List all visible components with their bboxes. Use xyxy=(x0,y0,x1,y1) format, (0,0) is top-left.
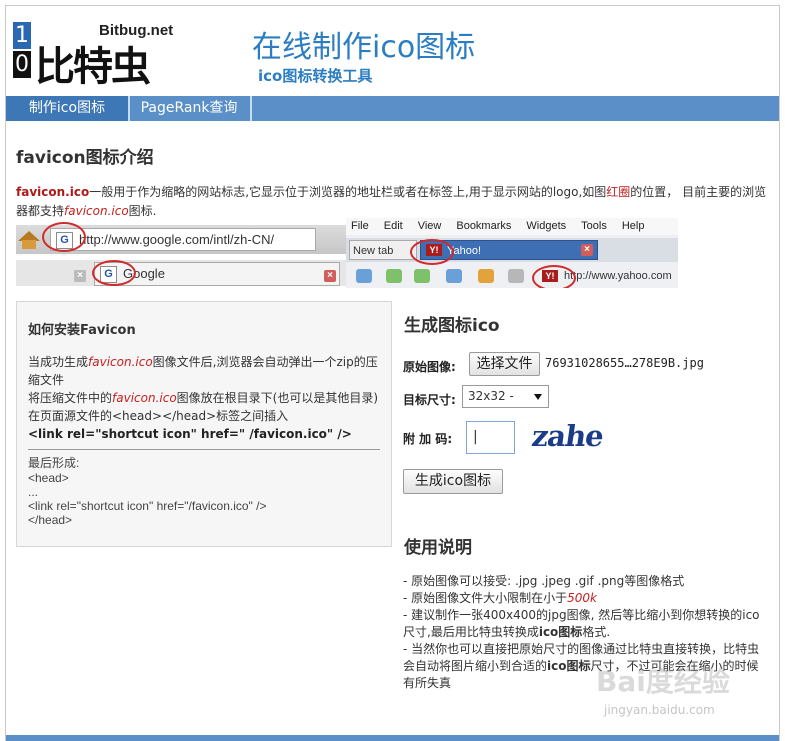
chevron-down-icon xyxy=(534,394,542,400)
logo-name: 比特虫 xyxy=(35,44,151,90)
usage-item: - 原始图像可以接受: .jpg .jpeg .gif .png等图像格式 xyxy=(403,574,685,588)
install-title: 如何安装Favicon xyxy=(28,323,136,338)
usage-heading: 使用说明 xyxy=(404,538,472,558)
logo-digit-top: 1 xyxy=(13,22,31,49)
nav-divider xyxy=(250,96,252,121)
install-result-line: <head> xyxy=(28,471,69,485)
divider xyxy=(28,449,380,450)
captcha-input[interactable]: | xyxy=(466,421,515,454)
back-icon xyxy=(356,269,372,283)
usage-bold: ico图标 xyxy=(538,625,583,639)
nav-item-pagerank[interactable]: PageRank查询 xyxy=(128,96,250,121)
firefox-url-box: Ghttp://www.google.com/intl/zh-CN/ xyxy=(50,228,316,251)
watermark-url: jingyan.baidu.com xyxy=(604,703,715,717)
opera-menu-view: View xyxy=(417,220,442,232)
target-size-value: 32x32 - xyxy=(468,389,514,403)
reload-icon xyxy=(478,269,494,283)
highlight-circle xyxy=(410,239,454,265)
captcha-label: 附 加 码: xyxy=(403,432,453,446)
footer-bar xyxy=(6,735,779,741)
install-result-line: </head> xyxy=(28,513,73,527)
opera-tab-bar: New tab Y! Yahoo! × xyxy=(346,238,678,262)
intro-red-circle: 红圈 xyxy=(606,185,631,199)
install-result-line: ... xyxy=(28,485,39,499)
edit-icon xyxy=(508,269,524,283)
intro-text-a: 一般用于作为缩略的网站标志,它显示位于浏览器的地址栏或者在标签上,用于显示网站的… xyxy=(89,185,607,199)
choose-file-button[interactable]: 选择文件 xyxy=(469,352,540,376)
opera-url: http://www.yahoo.com xyxy=(564,270,672,282)
highlight-circle xyxy=(532,265,576,288)
selected-filename: 76931028655…278E9B.jpg xyxy=(545,356,704,370)
forward-icon xyxy=(386,269,402,283)
opera-browser: File Edit View Bookmarks Widgets Tools Help Ne… xyxy=(346,218,678,288)
install-body: 当成功生成favicon.ico图像文件后,浏览器会自动弹出一个zip的压缩文件… xyxy=(28,353,388,527)
usage-text: - 原始图像文件大小限制在小于 xyxy=(403,591,568,605)
captcha-input-value: | xyxy=(473,429,478,445)
install-term: favicon.ico xyxy=(112,391,177,405)
opera-menu-bookmarks: Bookmarks xyxy=(456,220,512,232)
install-favicon-box: 如何安装Favicon 当成功生成favicon.ico图像文件后,浏览器会自动… xyxy=(16,301,392,547)
intro-paragraph: favicon.ico一般用于作为缩略的网站标志,它显示位于浏览器的地址栏或者在… xyxy=(16,183,776,221)
install-text: 图像放在根目录下(也可以是其他目录) xyxy=(176,391,379,405)
intro-term-italic: favicon.ico xyxy=(64,204,129,218)
target-size-select[interactable]: 32x32 - xyxy=(462,385,549,408)
site-subtitle: ico图标转换工具 xyxy=(258,67,373,85)
main-nav: 制作ico图标 PageRank查询 xyxy=(6,96,779,121)
install-line: 在页面源文件的<head></head>标签之间插入 xyxy=(28,409,289,423)
usage-item: - 建议制作一张400x400的jpg图像, 然后等比缩小到你想转换的ico尺寸… xyxy=(403,607,763,641)
forward-icon xyxy=(414,269,430,283)
browser-example-image: Ghttp://www.google.com/intl/zh-CN/ × G Go… xyxy=(16,218,678,288)
opera-menu-help: Help xyxy=(621,220,645,232)
intro-term: favicon.ico xyxy=(16,185,90,199)
highlight-circle xyxy=(42,222,86,252)
opera-menu-file: File xyxy=(351,220,369,232)
site-logo[interactable]: 1 0 Bitbug.net 比特虫 xyxy=(13,22,185,90)
firefox-tab-bar: × G Google × xyxy=(16,260,346,286)
target-size-label: 目标尺寸: xyxy=(403,393,456,407)
usage-text: 格式. xyxy=(582,625,611,639)
install-code: <link rel="shortcut icon" href=" /favico… xyxy=(28,427,352,441)
home-icon-base xyxy=(22,240,36,249)
install-text: 当成功生成 xyxy=(28,355,89,369)
install-term: favicon.ico xyxy=(88,355,153,369)
firefox-url: http://www.google.com/intl/zh-CN/ xyxy=(79,232,275,247)
install-result-label: 最后形成: xyxy=(28,456,80,470)
site-title: 在线制作ico图标 xyxy=(252,30,476,65)
opera-menu-tools: Tools xyxy=(581,220,607,232)
install-line: 当成功生成favicon.ico图像文件后,浏览器会自动弹出一个zip的压缩文件 xyxy=(28,353,388,389)
opera-toolbar: Y! http://www.yahoo.com xyxy=(346,264,678,288)
logo-digit-bottom: 0 xyxy=(13,51,31,78)
fast-forward-icon xyxy=(446,269,462,283)
watermark-logo: Bai度经验 xyxy=(596,665,730,698)
nav-item-make-ico[interactable]: 制作ico图标 xyxy=(6,96,128,121)
captcha-image[interactable]: zahe xyxy=(530,419,606,453)
source-image-label: 原始图像: xyxy=(403,360,456,374)
intro-text-c: 图标. xyxy=(128,204,157,218)
opera-tab-new: New tab xyxy=(349,240,417,260)
intro-heading: favicon图标介绍 xyxy=(16,148,154,168)
usage-bold: ico图标 xyxy=(547,659,591,673)
opera-menu-widgets: Widgets xyxy=(526,220,567,232)
close-icon: × xyxy=(324,267,336,282)
generate-heading: 生成图标ico xyxy=(404,316,500,336)
install-text: 将压缩文件中的 xyxy=(28,391,113,405)
opera-menu-bar: File Edit View Bookmarks Widgets Tools Help xyxy=(346,218,678,235)
usage-item: - 原始图像文件大小限制在小于500k xyxy=(403,590,763,607)
generate-ico-button[interactable]: 生成ico图标 xyxy=(403,469,503,494)
highlight-circle xyxy=(92,260,136,286)
install-line: 将压缩文件中的favicon.ico图像放在根目录下(也可以是其他目录) xyxy=(28,389,388,407)
tab-close-icon: × xyxy=(74,267,86,282)
install-result-line: <link rel="shortcut icon" href="/favicon… xyxy=(28,499,267,513)
opera-menu-edit: Edit xyxy=(383,220,403,232)
close-icon: × xyxy=(581,244,593,256)
usage-limit: 500k xyxy=(567,591,598,605)
